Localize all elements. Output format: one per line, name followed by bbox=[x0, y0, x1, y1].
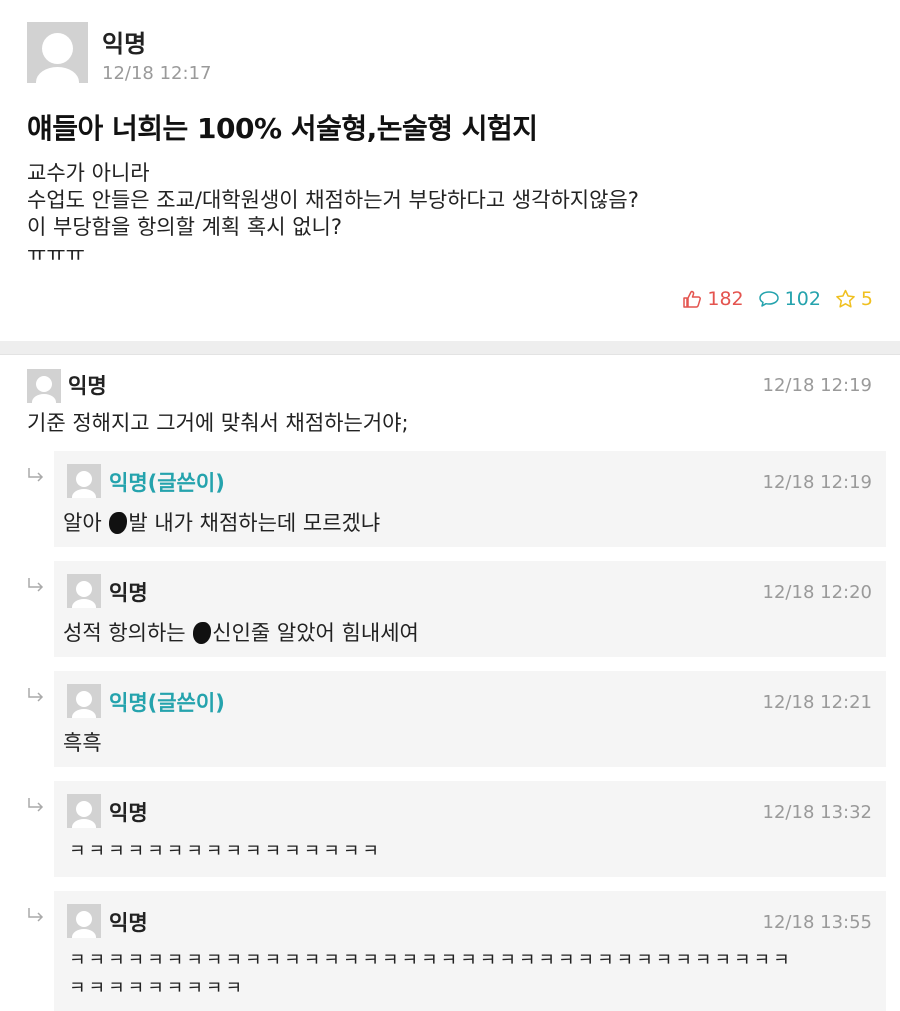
reply-text-line: ㅋㅋㅋㅋㅋㅋㅋㅋㅋ bbox=[69, 978, 246, 999]
reply-item: 익명 12/18 12:20 성적 항의하는 신인줄 알았어 힘내세여 bbox=[54, 561, 886, 657]
reply-text: 알아 발 내가 채점하는데 모르겠냐 bbox=[63, 511, 381, 535]
reply-arrow-icon bbox=[28, 798, 44, 812]
avatar[interactable] bbox=[67, 794, 101, 828]
reply-item: 익명 12/18 13:32 ㅋㅋㅋㅋㅋㅋㅋㅋㅋㅋㅋㅋㅋㅋㅋㅋ bbox=[54, 781, 886, 877]
like-count-value: 182 bbox=[707, 288, 744, 310]
reply-timestamp: 12/18 13:55 bbox=[762, 912, 872, 933]
post-stats: 182 102 5 bbox=[668, 288, 873, 310]
reply-item: 익명(글쓴이) 12/18 12:21 흑흑 bbox=[54, 671, 886, 767]
reply-timestamp: 12/18 12:19 bbox=[762, 472, 872, 493]
reply-author: 익명 bbox=[109, 801, 148, 825]
reply-timestamp: 12/18 12:20 bbox=[762, 582, 872, 603]
avatar[interactable] bbox=[67, 904, 101, 938]
avatar[interactable] bbox=[67, 684, 101, 718]
reply-timestamp: 12/18 13:32 bbox=[762, 802, 872, 823]
avatar[interactable] bbox=[27, 22, 88, 83]
post-body-line: ㅠㅠㅠ bbox=[27, 242, 85, 266]
reply-arrow-icon bbox=[28, 908, 44, 922]
reply-timestamp: 12/18 12:21 bbox=[762, 692, 872, 713]
post: 익명 12/18 12:17 얘들아 너희는 100% 서술형,논술형 시험지 … bbox=[0, 0, 900, 341]
section-divider bbox=[0, 341, 900, 355]
reply-author: 익명 bbox=[109, 911, 148, 935]
reply-text: 성적 항의하는 신인줄 알았어 힘내세여 bbox=[63, 621, 419, 645]
reply-item: 익명(글쓴이) 12/18 12:19 알아 발 내가 채점하는데 모르겠냐 bbox=[54, 451, 886, 547]
reply-arrow-icon bbox=[28, 468, 44, 482]
comment-author: 익명 bbox=[68, 374, 107, 398]
speech-bubble-icon bbox=[758, 291, 779, 307]
post-body: 교수가 아니라 수업도 안들은 조교/대학원생이 채점하는거 부당하다고 생각하… bbox=[27, 160, 639, 268]
post-body-line: 이 부당함을 항의할 계획 혹시 없니? bbox=[27, 215, 343, 239]
post-body-line: 수업도 안들은 조교/대학원생이 채점하는거 부당하다고 생각하지않음? bbox=[27, 188, 639, 212]
avatar[interactable] bbox=[67, 574, 101, 608]
post-title: 얘들아 너희는 100% 서술형,논술형 시험지 bbox=[27, 112, 538, 145]
censor-mark bbox=[193, 622, 212, 644]
star-icon bbox=[836, 289, 855, 308]
comment-count[interactable]: 102 bbox=[758, 288, 821, 310]
reply-text: ㅋㅋㅋㅋㅋㅋㅋㅋㅋㅋㅋㅋㅋㅋㅋㅋ bbox=[69, 841, 382, 862]
avatar[interactable] bbox=[67, 464, 101, 498]
scrap-count[interactable]: 5 bbox=[835, 288, 873, 310]
reply-author: 익명(글쓴이) bbox=[109, 691, 225, 715]
censor-mark bbox=[109, 512, 128, 534]
reply-text-line: ㅋㅋㅋㅋㅋㅋㅋㅋㅋㅋㅋㅋㅋㅋㅋㅋㅋㅋㅋㅋㅋㅋㅋㅋㅋㅋㅋㅋㅋㅋㅋㅋㅋㅋㅋㅋㅋ bbox=[69, 950, 793, 971]
reply-arrow-icon bbox=[28, 688, 44, 702]
like-count[interactable]: 182 bbox=[682, 288, 744, 310]
comment-count-value: 102 bbox=[784, 288, 821, 310]
thumbs-up-icon bbox=[683, 290, 702, 308]
reply-text: 흑흑 bbox=[63, 731, 102, 755]
post-timestamp: 12/18 12:17 bbox=[102, 63, 212, 84]
comment-text: 기준 정해지고 그거에 맞춰서 채점하는거야; bbox=[27, 411, 409, 435]
post-author: 익명 bbox=[102, 30, 147, 58]
post-body-line: 교수가 아니라 bbox=[27, 161, 150, 185]
scrap-count-value: 5 bbox=[860, 288, 873, 310]
reply-author: 익명(글쓴이) bbox=[109, 471, 225, 495]
reply-author: 익명 bbox=[109, 581, 148, 605]
comment-timestamp: 12/18 12:19 bbox=[762, 375, 872, 396]
reply-arrow-icon bbox=[28, 578, 44, 592]
avatar[interactable] bbox=[27, 369, 61, 403]
reply-item: 익명 12/18 13:55 ㅋㅋㅋㅋㅋㅋㅋㅋㅋㅋㅋㅋㅋㅋㅋㅋㅋㅋㅋㅋㅋㅋㅋㅋㅋ… bbox=[54, 891, 886, 1011]
